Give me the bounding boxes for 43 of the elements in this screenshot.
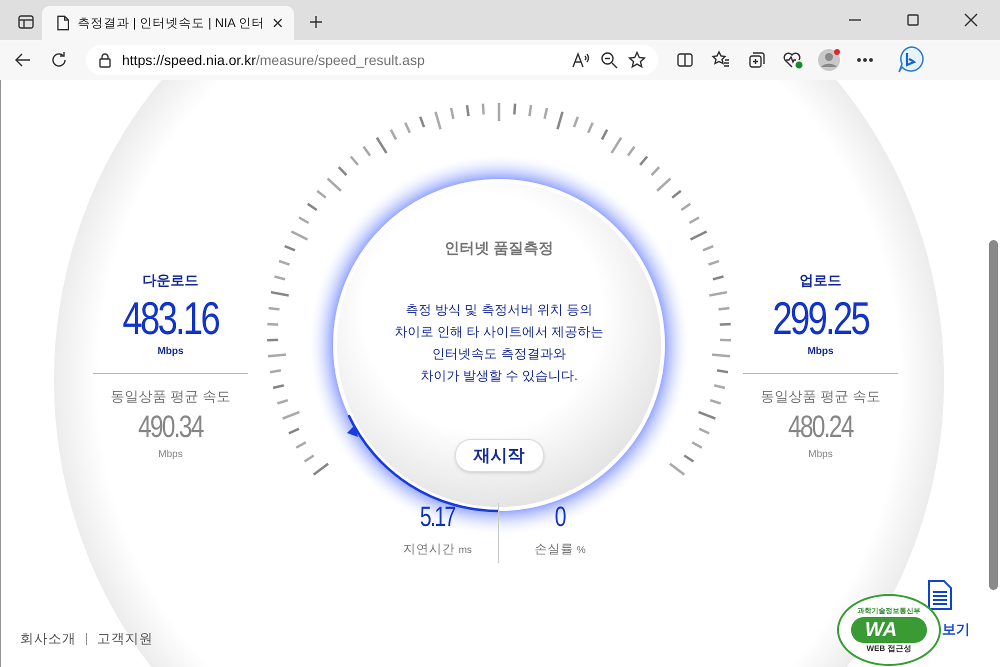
zoom-out-icon[interactable]: [600, 51, 618, 69]
stat-label: 손실률 %: [533, 541, 587, 558]
footer-link[interactable]: 회사소개: [20, 628, 76, 649]
stat-label: 지연시간 ms: [402, 541, 473, 558]
average-label: 동일상품 평균 속도: [110, 387, 232, 406]
stat-value: 0: [554, 503, 566, 531]
average-label: 동일상품 평균 속도: [760, 387, 882, 406]
speed-label: 업로드: [798, 271, 842, 290]
browser-tab[interactable]: 측정결과 | 인터넷속도 | NIA 인터: [42, 6, 294, 40]
footer-link[interactable]: 고객지원: [86, 632, 153, 645]
unit-text: Mbps: [156, 345, 185, 359]
profile-icon[interactable]: [817, 48, 841, 72]
speed-value: 483.16: [122, 295, 218, 341]
url-text: https://speed.nia.or.kr/measure/speed_result.asp: [122, 50, 426, 70]
page-icon: [56, 15, 70, 31]
health-icon[interactable]: [782, 50, 804, 70]
unit-text: Mbps: [157, 448, 184, 462]
new-tab-icon[interactable]: [308, 14, 324, 30]
maximize-icon[interactable]: [905, 12, 921, 28]
notice-text: 측정 방식 및 측정서버 위치 등의 차이로 인해 타 사이트에서 제공하는 인터넷속도 측정결과와 차이가 발생할 수 있습니다.: [394, 300, 604, 384]
close-icon[interactable]: [272, 17, 284, 29]
speed-value: 299.25: [772, 295, 868, 341]
tab-title: 측정결과 | 인터넷속도 | NIA 인터: [77, 14, 264, 32]
stat-value: 5.17: [420, 503, 455, 531]
close-icon[interactable]: [963, 12, 979, 28]
unit-text: Mbps: [806, 345, 835, 359]
collections-icon[interactable]: [747, 50, 767, 70]
unit-text: Mbps: [807, 448, 834, 462]
scrollbar-thumb[interactable]: [989, 240, 998, 590]
average-value: 480.24: [788, 411, 853, 442]
sidebar-icon[interactable]: [18, 14, 34, 30]
address-field[interactable]: https://speed.nia.or.kr/measure/speed_result.asp: [86, 45, 658, 75]
document-icon[interactable]: [927, 580, 953, 610]
star-icon[interactable]: [628, 51, 646, 69]
badge-mark: WA: [850, 616, 928, 642]
average-value: 490.34: [138, 411, 203, 442]
lock-icon: [98, 52, 112, 68]
restart-button[interactable]: 재시작: [454, 438, 544, 472]
gauge-title: 인터넷 품질측정: [444, 239, 554, 259]
report-link[interactable]: 보기: [942, 619, 970, 640]
badge-caption: WEB 접근성: [866, 644, 912, 652]
read-aloud-icon[interactable]: [570, 51, 590, 69]
speed-label: 다운로드: [142, 271, 200, 290]
